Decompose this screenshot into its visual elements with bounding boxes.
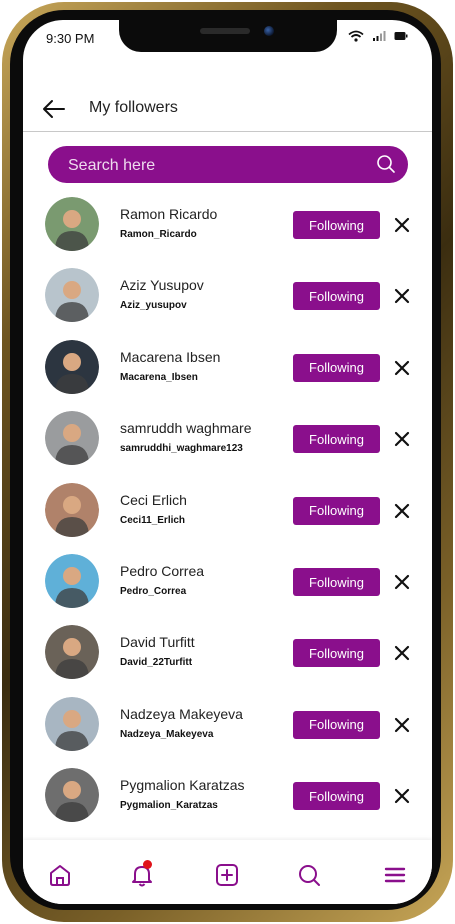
close-icon[interactable] bbox=[394, 717, 410, 733]
follower-row: samruddh waghmare samruddhi_waghmare123 Fo… bbox=[23, 407, 432, 467]
follower-row: Ceci Erlich Ceci11_Erlich Following bbox=[23, 479, 432, 539]
page-title: My followers bbox=[89, 99, 178, 116]
close-icon[interactable] bbox=[394, 574, 410, 590]
back-arrow-icon[interactable] bbox=[41, 96, 67, 122]
close-icon[interactable] bbox=[394, 645, 410, 661]
follower-row: Nadzeya Makeyeva Nadzeya_Makeyeva Followin… bbox=[23, 693, 432, 753]
screen: 9:30 PM My followers Ramon Rica bbox=[23, 20, 432, 904]
speaker bbox=[200, 28, 250, 34]
follower-name[interactable]: Nadzeya Makeyeva bbox=[120, 706, 243, 722]
notifications-nav[interactable] bbox=[129, 860, 155, 888]
follower-handle: Nadzeya_Makeyeva bbox=[120, 728, 214, 740]
following-button[interactable]: Following bbox=[293, 425, 380, 454]
follower-row: Aziz Yusupov Aziz_yusupov Following bbox=[23, 264, 432, 324]
follower-handle: Pedro_Correa bbox=[120, 586, 187, 597]
following-button[interactable]: Following bbox=[293, 353, 380, 382]
close-icon[interactable] bbox=[394, 360, 410, 376]
notch bbox=[119, 20, 337, 52]
following-button[interactable]: Following bbox=[293, 568, 380, 596]
follower-name[interactable]: Pedro Correa bbox=[120, 563, 204, 579]
follower-name[interactable]: Ramon Ricardo bbox=[120, 206, 217, 222]
signal-icon bbox=[373, 31, 386, 41]
header-divider bbox=[23, 131, 432, 132]
follower-row: David Turfitt David_22Turfitt Following bbox=[23, 621, 432, 681]
camera bbox=[264, 26, 274, 36]
avatar[interactable] bbox=[45, 411, 99, 466]
bottom-nav bbox=[23, 840, 432, 904]
notification-dot bbox=[143, 860, 152, 869]
follower-handle: Macarena_Ibsen bbox=[120, 371, 198, 383]
wifi-icon bbox=[348, 30, 364, 42]
follower-name[interactable]: Aziz Yusupov bbox=[120, 277, 204, 293]
close-icon[interactable] bbox=[394, 431, 410, 447]
menu-icon[interactable] bbox=[382, 862, 408, 888]
avatar[interactable] bbox=[45, 554, 99, 608]
battery-icon bbox=[394, 32, 408, 40]
follower-row: Ramon Ricardo Ramon_Ricardo Following bbox=[23, 193, 432, 253]
following-button[interactable]: Following bbox=[293, 211, 380, 239]
follower-row: Pedro Correa Pedro_Correa Following bbox=[23, 550, 432, 610]
follower-handle: samruddhi_waghmare123 bbox=[120, 443, 243, 455]
avatar[interactable] bbox=[45, 482, 99, 537]
follower-name[interactable]: Macarena Ibsen bbox=[120, 349, 220, 365]
status-time: 9:30 PM bbox=[46, 31, 95, 46]
search-input[interactable] bbox=[66, 146, 360, 185]
following-button[interactable]: Following bbox=[293, 782, 380, 811]
avatar[interactable] bbox=[45, 197, 99, 251]
close-icon[interactable] bbox=[394, 288, 410, 304]
search-nav-icon[interactable] bbox=[296, 862, 322, 888]
search-icon[interactable] bbox=[376, 154, 396, 174]
app-header: My followers bbox=[23, 90, 432, 130]
following-button[interactable]: Following bbox=[293, 496, 380, 525]
search-bar[interactable] bbox=[48, 146, 408, 185]
follower-row: Pygmalion Karatzas Pygmalion_Karatzas Foll… bbox=[23, 764, 432, 824]
close-icon[interactable] bbox=[394, 217, 410, 233]
close-icon[interactable] bbox=[394, 788, 410, 804]
add-icon[interactable] bbox=[214, 862, 240, 888]
follower-handle: Ceci11_Erlich bbox=[120, 514, 186, 526]
status-icons bbox=[348, 30, 408, 42]
follower-row: Macarena Ibsen Macarena_Ibsen Following bbox=[23, 336, 432, 396]
avatar[interactable] bbox=[45, 268, 99, 323]
follower-name[interactable]: Pygmalion Karatzas bbox=[120, 777, 245, 793]
follower-handle: Ramon_Ricardo bbox=[120, 229, 197, 240]
following-button[interactable]: Following bbox=[293, 639, 380, 668]
home-icon[interactable] bbox=[47, 862, 73, 888]
avatar[interactable] bbox=[45, 696, 99, 751]
follower-handle: Pygmalion_Karatzas bbox=[120, 800, 218, 812]
avatar[interactable] bbox=[45, 625, 99, 680]
follower-handle: Aziz_yusupov bbox=[120, 300, 187, 312]
follower-handle: David_22Turfitt bbox=[120, 657, 193, 669]
following-button[interactable]: Following bbox=[293, 710, 380, 739]
follower-name[interactable]: samruddh waghmare bbox=[120, 420, 252, 436]
follower-name[interactable]: David Turfitt bbox=[120, 634, 195, 650]
follower-name[interactable]: Ceci Erlich bbox=[120, 492, 187, 508]
avatar[interactable] bbox=[45, 339, 99, 394]
close-icon[interactable] bbox=[394, 503, 410, 519]
following-button[interactable]: Following bbox=[293, 282, 380, 311]
avatar[interactable] bbox=[45, 768, 99, 823]
